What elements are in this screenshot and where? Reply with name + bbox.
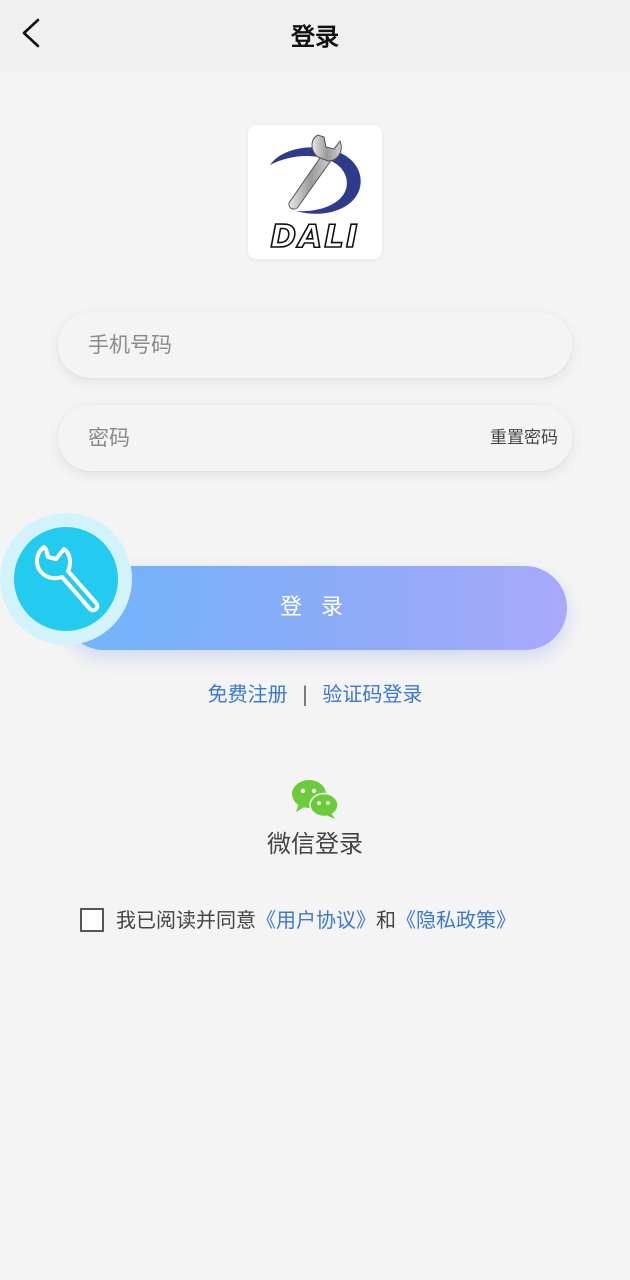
phone-field [58,312,572,378]
agreement-prefix: 我已阅读并同意 [116,908,256,932]
user-agreement-link[interactable]: 《用户协议》 [256,908,376,932]
link-separator: | [301,682,309,706]
logo-text: DALI [270,218,360,256]
page-title: 登录 [291,23,339,51]
wechat-icon[interactable] [291,779,339,819]
wechat-login-label[interactable]: 微信登录 [0,826,630,862]
app-header: 登录 [0,0,630,72]
phone-input[interactable] [88,312,448,378]
app-logo: DALI [248,125,382,259]
agreement-row: 我已阅读并同意《用户协议》和《隐私政策》 [80,902,600,938]
password-input[interactable] [88,405,448,471]
agreement-conjunction: 和 [376,908,396,932]
login-button[interactable]: 登 录 [62,566,567,650]
code-login-link[interactable]: 验证码登录 [322,682,422,706]
reset-password-link[interactable]: 重置密码 [490,405,558,471]
wrench-icon [35,545,100,613]
password-field: 重置密码 [58,405,572,471]
agreement-checkbox[interactable] [80,908,104,932]
register-link[interactable]: 免费注册 [208,682,288,706]
floating-wrench-button[interactable] [0,513,132,645]
privacy-policy-link[interactable]: 《隐私政策》 [396,908,516,932]
agreement-text: 我已阅读并同意《用户协议》和《隐私政策》 [116,902,516,938]
alt-login-links: 免费注册 | 验证码登录 [0,676,630,712]
